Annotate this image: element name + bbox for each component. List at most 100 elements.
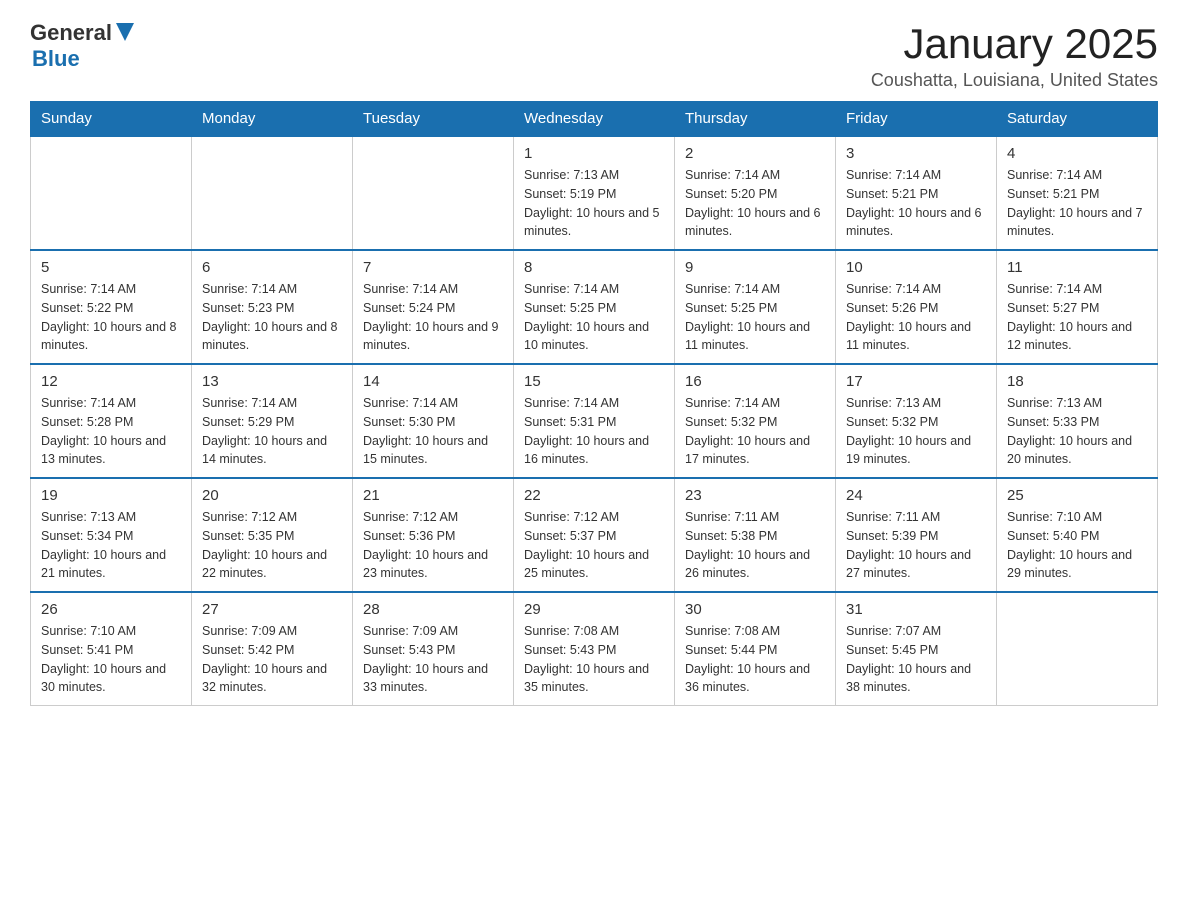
day-info: Sunrise: 7:14 AM Sunset: 5:21 PM Dayligh… [846,166,986,241]
day-number: 15 [524,373,664,390]
calendar-cell: 15 Sunrise: 7:14 AM Sunset: 5:31 PM Dayli… [514,364,675,478]
day-info: Sunrise: 7:14 AM Sunset: 5:23 PM Dayligh… [202,280,342,355]
calendar-cell: 1 Sunrise: 7:13 AM Sunset: 5:19 PM Daylig… [514,136,675,250]
calendar-cell: 26 Sunrise: 7:10 AM Sunset: 5:41 PM Dayli… [31,592,192,706]
day-info: Sunrise: 7:10 AM Sunset: 5:40 PM Dayligh… [1007,508,1147,583]
day-number: 22 [524,487,664,504]
day-info: Sunrise: 7:07 AM Sunset: 5:45 PM Dayligh… [846,622,986,697]
day-number: 12 [41,373,181,390]
calendar-cell: 9Sunrise: 7:14 AM Sunset: 5:25 PM Daylig… [675,250,836,364]
day-number: 23 [685,487,825,504]
calendar-week-row: 26 Sunrise: 7:10 AM Sunset: 5:41 PM Dayli… [31,592,1158,706]
day-number: 3 [846,145,986,162]
calendar-cell: 7Sunrise: 7:14 AM Sunset: 5:24 PM Daylig… [353,250,514,364]
day-info: Sunrise: 7:14 AM Sunset: 5:28 PM Dayligh… [41,394,181,469]
day-number: 19 [41,487,181,504]
calendar-cell: 24 Sunrise: 7:11 AM Sunset: 5:39 PM Dayli… [836,478,997,592]
calendar-title: January 2025 [871,20,1158,68]
day-info: Sunrise: 7:14 AM Sunset: 5:25 PM Dayligh… [524,280,664,355]
day-info: Sunrise: 7:12 AM Sunset: 5:35 PM Dayligh… [202,508,342,583]
day-info: Sunrise: 7:14 AM Sunset: 5:21 PM Dayligh… [1007,166,1147,241]
day-number: 8 [524,259,664,276]
page-header: General Blue January 2025 Coushatta, Lou… [30,20,1158,91]
col-sunday: Sunday [31,102,192,137]
day-info: Sunrise: 7:09 AM Sunset: 5:43 PM Dayligh… [363,622,503,697]
day-number: 16 [685,373,825,390]
day-number: 21 [363,487,503,504]
day-info: Sunrise: 7:14 AM Sunset: 5:27 PM Dayligh… [1007,280,1147,355]
day-number: 13 [202,373,342,390]
calendar-cell: 29 Sunrise: 7:08 AM Sunset: 5:43 PM Dayli… [514,592,675,706]
logo-general-text: General [30,20,112,46]
day-info: Sunrise: 7:13 AM Sunset: 5:34 PM Dayligh… [41,508,181,583]
logo-blue-text: Blue [32,46,134,72]
calendar-cell: 5 Sunrise: 7:14 AM Sunset: 5:22 PM Daylig… [31,250,192,364]
col-tuesday: Tuesday [353,102,514,137]
calendar-cell: 17Sunrise: 7:13 AM Sunset: 5:32 PM Dayli… [836,364,997,478]
day-info: Sunrise: 7:12 AM Sunset: 5:36 PM Dayligh… [363,508,503,583]
calendar-cell [192,136,353,250]
calendar-cell: 23 Sunrise: 7:11 AM Sunset: 5:38 PM Dayli… [675,478,836,592]
col-monday: Monday [192,102,353,137]
day-info: Sunrise: 7:09 AM Sunset: 5:42 PM Dayligh… [202,622,342,697]
day-number: 28 [363,601,503,618]
day-number: 1 [524,145,664,162]
calendar-week-row: 1 Sunrise: 7:13 AM Sunset: 5:19 PM Daylig… [31,136,1158,250]
day-number: 9 [685,259,825,276]
title-section: January 2025 Coushatta, Louisiana, Unite… [871,20,1158,91]
day-info: Sunrise: 7:14 AM Sunset: 5:31 PM Dayligh… [524,394,664,469]
calendar-cell: 13Sunrise: 7:14 AM Sunset: 5:29 PM Dayli… [192,364,353,478]
calendar-cell: 28 Sunrise: 7:09 AM Sunset: 5:43 PM Dayli… [353,592,514,706]
calendar-cell [353,136,514,250]
calendar-cell: 10Sunrise: 7:14 AM Sunset: 5:26 PM Dayli… [836,250,997,364]
calendar-subtitle: Coushatta, Louisiana, United States [871,70,1158,91]
calendar-cell: 31 Sunrise: 7:07 AM Sunset: 5:45 PM Dayli… [836,592,997,706]
calendar-cell: 2 Sunrise: 7:14 AM Sunset: 5:20 PM Daylig… [675,136,836,250]
calendar-cell: 4 Sunrise: 7:14 AM Sunset: 5:21 PM Daylig… [997,136,1158,250]
calendar-cell: 19 Sunrise: 7:13 AM Sunset: 5:34 PM Dayli… [31,478,192,592]
day-info: Sunrise: 7:14 AM Sunset: 5:22 PM Dayligh… [41,280,181,355]
day-info: Sunrise: 7:13 AM Sunset: 5:33 PM Dayligh… [1007,394,1147,469]
calendar-cell: 12 Sunrise: 7:14 AM Sunset: 5:28 PM Dayli… [31,364,192,478]
day-number: 20 [202,487,342,504]
calendar-week-row: 5 Sunrise: 7:14 AM Sunset: 5:22 PM Daylig… [31,250,1158,364]
day-info: Sunrise: 7:08 AM Sunset: 5:43 PM Dayligh… [524,622,664,697]
calendar-cell: 18 Sunrise: 7:13 AM Sunset: 5:33 PM Dayli… [997,364,1158,478]
day-info: Sunrise: 7:11 AM Sunset: 5:38 PM Dayligh… [685,508,825,583]
day-number: 2 [685,145,825,162]
day-number: 5 [41,259,181,276]
calendar-cell: 11Sunrise: 7:14 AM Sunset: 5:27 PM Dayli… [997,250,1158,364]
day-number: 26 [41,601,181,618]
day-number: 27 [202,601,342,618]
calendar-cell: 30Sunrise: 7:08 AM Sunset: 5:44 PM Dayli… [675,592,836,706]
col-thursday: Thursday [675,102,836,137]
day-number: 4 [1007,145,1147,162]
day-info: Sunrise: 7:14 AM Sunset: 5:20 PM Dayligh… [685,166,825,241]
day-number: 30 [685,601,825,618]
day-number: 31 [846,601,986,618]
day-number: 14 [363,373,503,390]
calendar-table: Sunday Monday Tuesday Wednesday Thursday… [30,101,1158,706]
calendar-body: 1 Sunrise: 7:13 AM Sunset: 5:19 PM Daylig… [31,136,1158,706]
calendar-cell: 6 Sunrise: 7:14 AM Sunset: 5:23 PM Daylig… [192,250,353,364]
calendar-cell: 14Sunrise: 7:14 AM Sunset: 5:30 PM Dayli… [353,364,514,478]
day-info: Sunrise: 7:13 AM Sunset: 5:19 PM Dayligh… [524,166,664,241]
day-info: Sunrise: 7:14 AM Sunset: 5:24 PM Dayligh… [363,280,503,355]
day-info: Sunrise: 7:14 AM Sunset: 5:26 PM Dayligh… [846,280,986,355]
calendar-cell: 8 Sunrise: 7:14 AM Sunset: 5:25 PM Daylig… [514,250,675,364]
day-number: 25 [1007,487,1147,504]
col-wednesday: Wednesday [514,102,675,137]
day-number: 24 [846,487,986,504]
day-info: Sunrise: 7:14 AM Sunset: 5:32 PM Dayligh… [685,394,825,469]
day-info: Sunrise: 7:10 AM Sunset: 5:41 PM Dayligh… [41,622,181,697]
day-info: Sunrise: 7:11 AM Sunset: 5:39 PM Dayligh… [846,508,986,583]
calendar-cell: 21 Sunrise: 7:12 AM Sunset: 5:36 PM Dayli… [353,478,514,592]
calendar-week-row: 19 Sunrise: 7:13 AM Sunset: 5:34 PM Dayli… [31,478,1158,592]
day-number: 6 [202,259,342,276]
calendar-cell [997,592,1158,706]
calendar-cell: 25 Sunrise: 7:10 AM Sunset: 5:40 PM Dayli… [997,478,1158,592]
day-info: Sunrise: 7:12 AM Sunset: 5:37 PM Dayligh… [524,508,664,583]
day-number: 29 [524,601,664,618]
day-number: 18 [1007,373,1147,390]
calendar-week-row: 12 Sunrise: 7:14 AM Sunset: 5:28 PM Dayli… [31,364,1158,478]
